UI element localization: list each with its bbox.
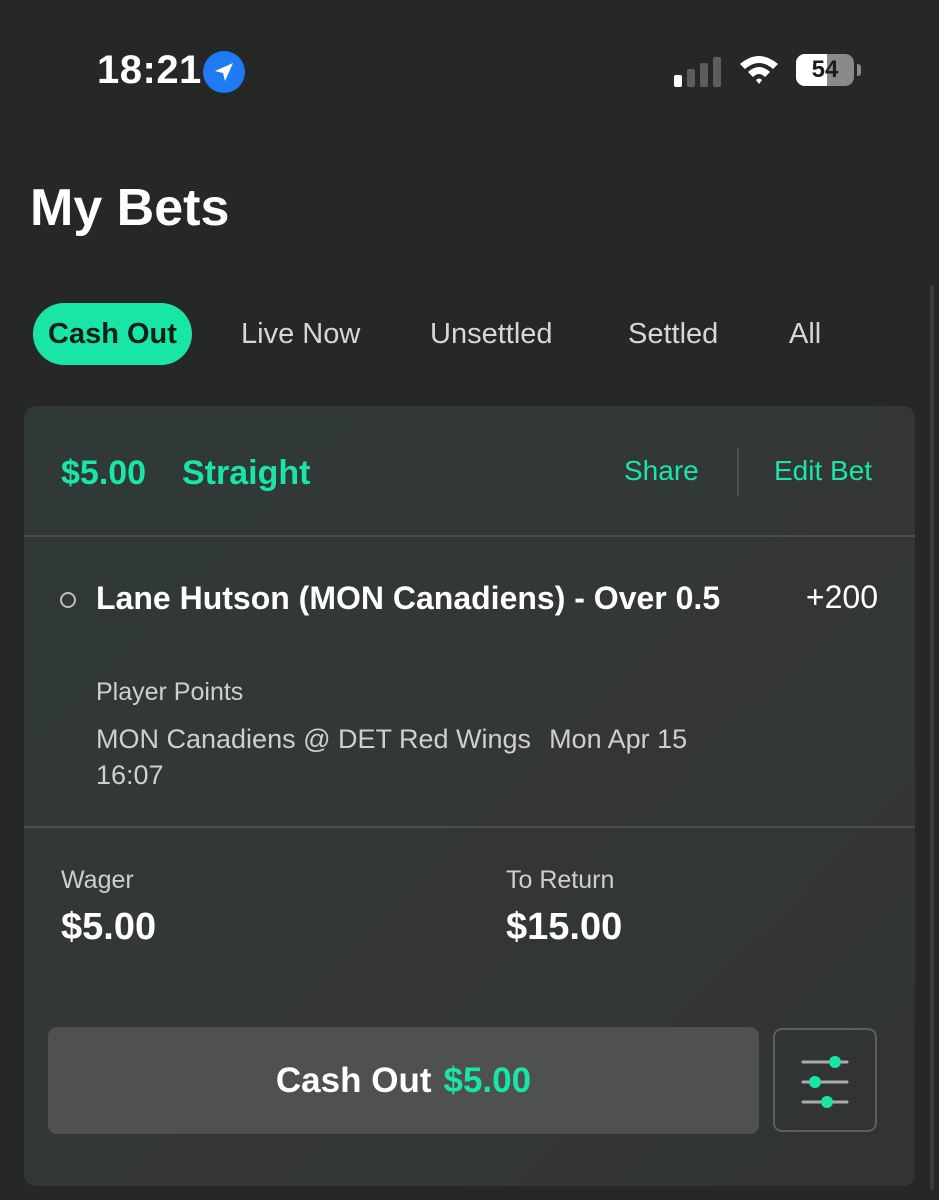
wifi-icon [738,52,780,86]
status-bar: 18:21 54 [0,0,939,140]
divider [24,826,915,828]
bet-filter-tabs: Cash Out Live Now Unsettled Settled All [33,303,913,365]
sliders-icon [801,1056,849,1108]
cellular-signal-icon [674,55,722,87]
bet-type: Straight [182,454,311,492]
selection-market: Player Points [96,678,244,706]
share-button[interactable]: Share [624,455,699,487]
scrollbar[interactable] [930,285,934,1190]
tab-cash-out[interactable]: Cash Out [33,303,192,365]
selection-event: MON Canadiens @ DET Red Wings [96,724,532,754]
battery-icon: 54 [796,54,854,86]
battery-nub [857,64,861,76]
divider [24,535,915,537]
selection-event-line: MON Canadiens @ DET Red Wings Mon Apr 15 … [96,721,756,793]
selection-odds: +200 [805,579,878,615]
to-return-value: $15.00 [506,906,623,948]
cash-out-amount: $5.00 [443,1061,532,1100]
tab-unsettled[interactable]: Unsettled [430,303,553,365]
to-return-label: To Return [506,866,615,894]
battery-percent: 54 [811,56,839,83]
location-arrow-icon [203,51,245,93]
cash-out-settings-button[interactable] [773,1028,877,1132]
bet-card-header: $5.00 Straight Share Edit Bet [24,406,915,536]
selection-status-icon [60,592,76,608]
header-divider [737,448,739,496]
edit-bet-button[interactable]: Edit Bet [774,455,872,487]
wager-label: Wager [61,866,134,894]
cash-out-label: Cash Out [275,1061,432,1100]
bet-stake: $5.00 [61,454,147,492]
status-time: 18:21 [97,48,202,92]
bet-card: $5.00 Straight Share Edit Bet Lane Hutso… [24,406,915,1186]
tab-all[interactable]: All [789,303,821,365]
cash-out-button[interactable]: Cash Out $5.00 [48,1027,759,1134]
selection-title: Lane Hutson (MON Canadiens) - Over 0.5 [96,580,721,616]
wager-value: $5.00 [61,906,157,948]
tab-settled[interactable]: Settled [628,303,718,365]
tab-live-now[interactable]: Live Now [241,303,360,365]
page-title: My Bets [30,179,230,237]
